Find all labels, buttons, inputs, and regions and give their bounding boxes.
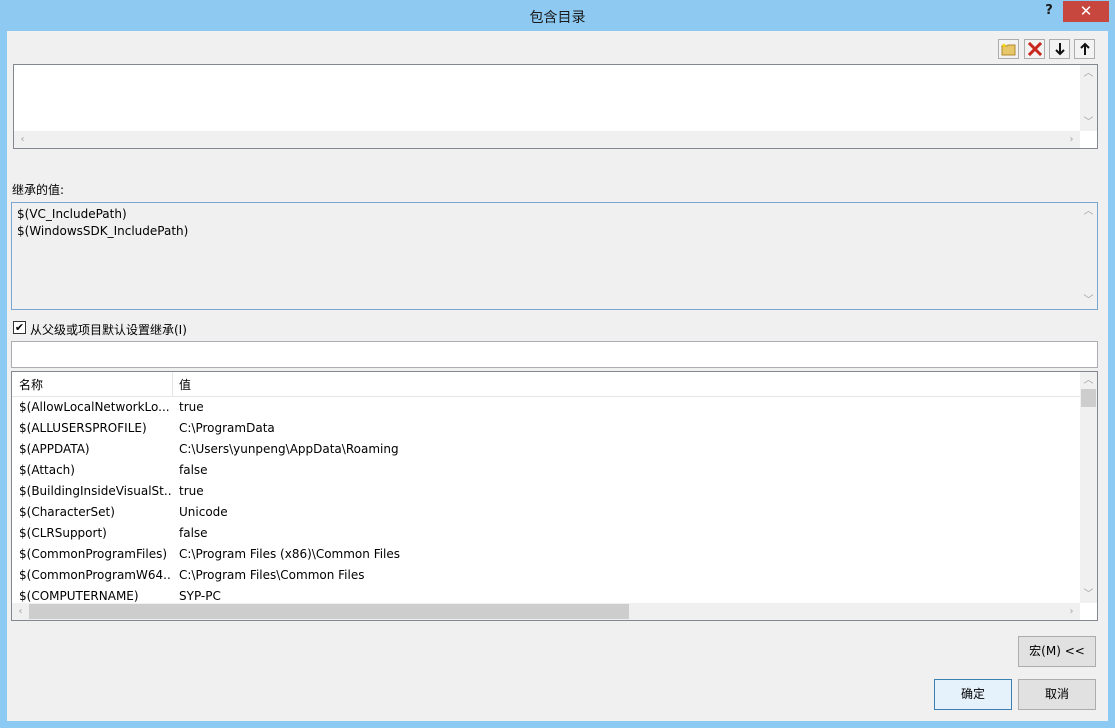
macro-value: C:\Program Files\Common Files [179, 568, 365, 582]
macro-value: false [179, 463, 208, 477]
ok-button[interactable]: 确定 [934, 679, 1012, 710]
delete-button[interactable] [1024, 39, 1045, 59]
macro-value: false [179, 526, 208, 540]
column-header-value[interactable]: 值 [179, 376, 191, 393]
inherit-checkbox-label[interactable]: 从父级或项目默认设置继承(I) [30, 321, 187, 338]
scroll-up-icon[interactable]: ︿ [1080, 65, 1097, 82]
macro-value: true [179, 484, 204, 498]
directory-list[interactable]: ︿ ﹀ ‹ › [13, 64, 1098, 149]
macro-name: $(COMPUTERNAME) [19, 589, 139, 603]
macro-name: $(AllowLocalNetworkLo... [19, 400, 170, 414]
macro-value: SYP-PC [179, 589, 221, 603]
macro-value: Unicode [179, 505, 228, 519]
macros-grid-header: 名称 值 [12, 372, 1080, 397]
close-icon: ✕ [1079, 2, 1093, 20]
close-button[interactable]: ✕ [1063, 1, 1109, 22]
scroll-down-icon[interactable]: ﹀ [1080, 114, 1097, 131]
macro-filter-input[interactable] [11, 341, 1098, 368]
delete-icon [1027, 42, 1042, 56]
table-row[interactable]: $(AllowLocalNetworkLo... true [12, 397, 1080, 418]
column-header-name[interactable]: 名称 [19, 376, 43, 393]
directory-list-vscrollbar[interactable]: ︿ ﹀ [1080, 65, 1097, 131]
move-down-icon [1054, 43, 1065, 56]
cancel-button[interactable]: 取消 [1018, 679, 1096, 710]
hscroll-thumb[interactable] [29, 604, 629, 619]
dialog-title: 包含目录 [529, 10, 586, 26]
move-up-button[interactable] [1074, 39, 1095, 59]
macro-value: C:\Users\yunpeng\AppData\Roaming [179, 442, 399, 456]
inherited-values-box: $(VC_IncludePath) $(WindowsSDK_IncludePa… [11, 202, 1098, 310]
macro-name: $(CLRSupport) [19, 526, 107, 540]
scroll-down-icon[interactable]: ﹀ [1080, 586, 1097, 603]
column-divider[interactable] [172, 372, 173, 396]
table-row[interactable]: $(APPDATA) C:\Users\yunpeng\AppData\Roam… [12, 439, 1080, 460]
macro-name: $(ALLUSERSPROFILE) [19, 421, 147, 435]
macro-value: C:\Program Files (x86)\Common Files [179, 547, 401, 561]
table-row[interactable]: $(BuildingInsideVisualSt... true [12, 481, 1080, 502]
scroll-right-icon[interactable]: › [1063, 131, 1080, 148]
inherit-checkbox[interactable]: ✔ [13, 321, 26, 334]
macro-value: true [179, 400, 204, 414]
macro-value: C:\ProgramData [179, 421, 275, 435]
scroll-left-icon[interactable]: ‹ [12, 603, 29, 620]
move-up-icon [1079, 42, 1090, 55]
title-bar: 包含目录 ? ✕ [0, 0, 1115, 31]
include-directories-dialog: 包含目录 ? ✕ ︿ ﹀ ‹ › 继承的值: $(VC_IncludePath)… [0, 0, 1115, 728]
table-row[interactable]: $(CLRSupport) false [12, 523, 1080, 544]
macro-name: $(CommonProgramW64... [19, 568, 171, 582]
macro-name: $(APPDATA) [19, 442, 90, 456]
macro-name: $(CharacterSet) [19, 505, 115, 519]
table-row[interactable]: $(CommonProgramW64... C:\Program Files\C… [12, 565, 1080, 586]
inherited-values-label: 继承的值: [12, 183, 65, 197]
inherited-values-vscrollbar[interactable]: ︿ ﹀ [1080, 203, 1097, 309]
table-row[interactable]: $(Attach) false [12, 460, 1080, 481]
macro-name: $(CommonProgramFiles) [19, 547, 168, 561]
table-row[interactable]: $(ALLUSERSPROFILE) C:\ProgramData [12, 418, 1080, 439]
scroll-right-icon[interactable]: › [1063, 603, 1080, 620]
directory-list-hscrollbar[interactable]: ‹ › [14, 131, 1080, 148]
scroll-left-icon[interactable]: ‹ [14, 131, 31, 148]
macro-name: $(BuildingInsideVisualSt... [19, 484, 171, 498]
new-folder-icon [1001, 43, 1015, 56]
vscroll-thumb[interactable] [1081, 389, 1096, 407]
macro-name: $(Attach) [19, 463, 75, 477]
scroll-up-icon[interactable]: ︿ [1080, 372, 1097, 389]
macros-toggle-button[interactable]: 宏(M) << [1018, 636, 1096, 667]
inherited-value: $(VC_IncludePath) [17, 207, 127, 221]
help-button[interactable]: ? [1036, 0, 1062, 22]
dialog-body: ︿ ﹀ ‹ › 继承的值: $(VC_IncludePath) $(Window… [7, 31, 1108, 721]
table-row[interactable]: $(CommonProgramFiles) C:\Program Files (… [12, 544, 1080, 565]
macros-grid-hscrollbar[interactable]: ‹ › [12, 603, 1080, 620]
inherited-value: $(WindowsSDK_IncludePath) [17, 224, 189, 238]
new-line-button[interactable] [998, 39, 1019, 59]
scroll-down-icon[interactable]: ﹀ [1080, 292, 1097, 309]
macros-grid-vscrollbar[interactable]: ︿ ﹀ [1080, 372, 1097, 603]
scroll-up-icon[interactable]: ︿ [1080, 203, 1097, 220]
macros-grid: 名称 值 $(AllowLocalNetworkLo... true $(ALL… [11, 371, 1098, 621]
move-down-button[interactable] [1049, 39, 1070, 59]
table-row[interactable]: $(CharacterSet) Unicode [12, 502, 1080, 523]
